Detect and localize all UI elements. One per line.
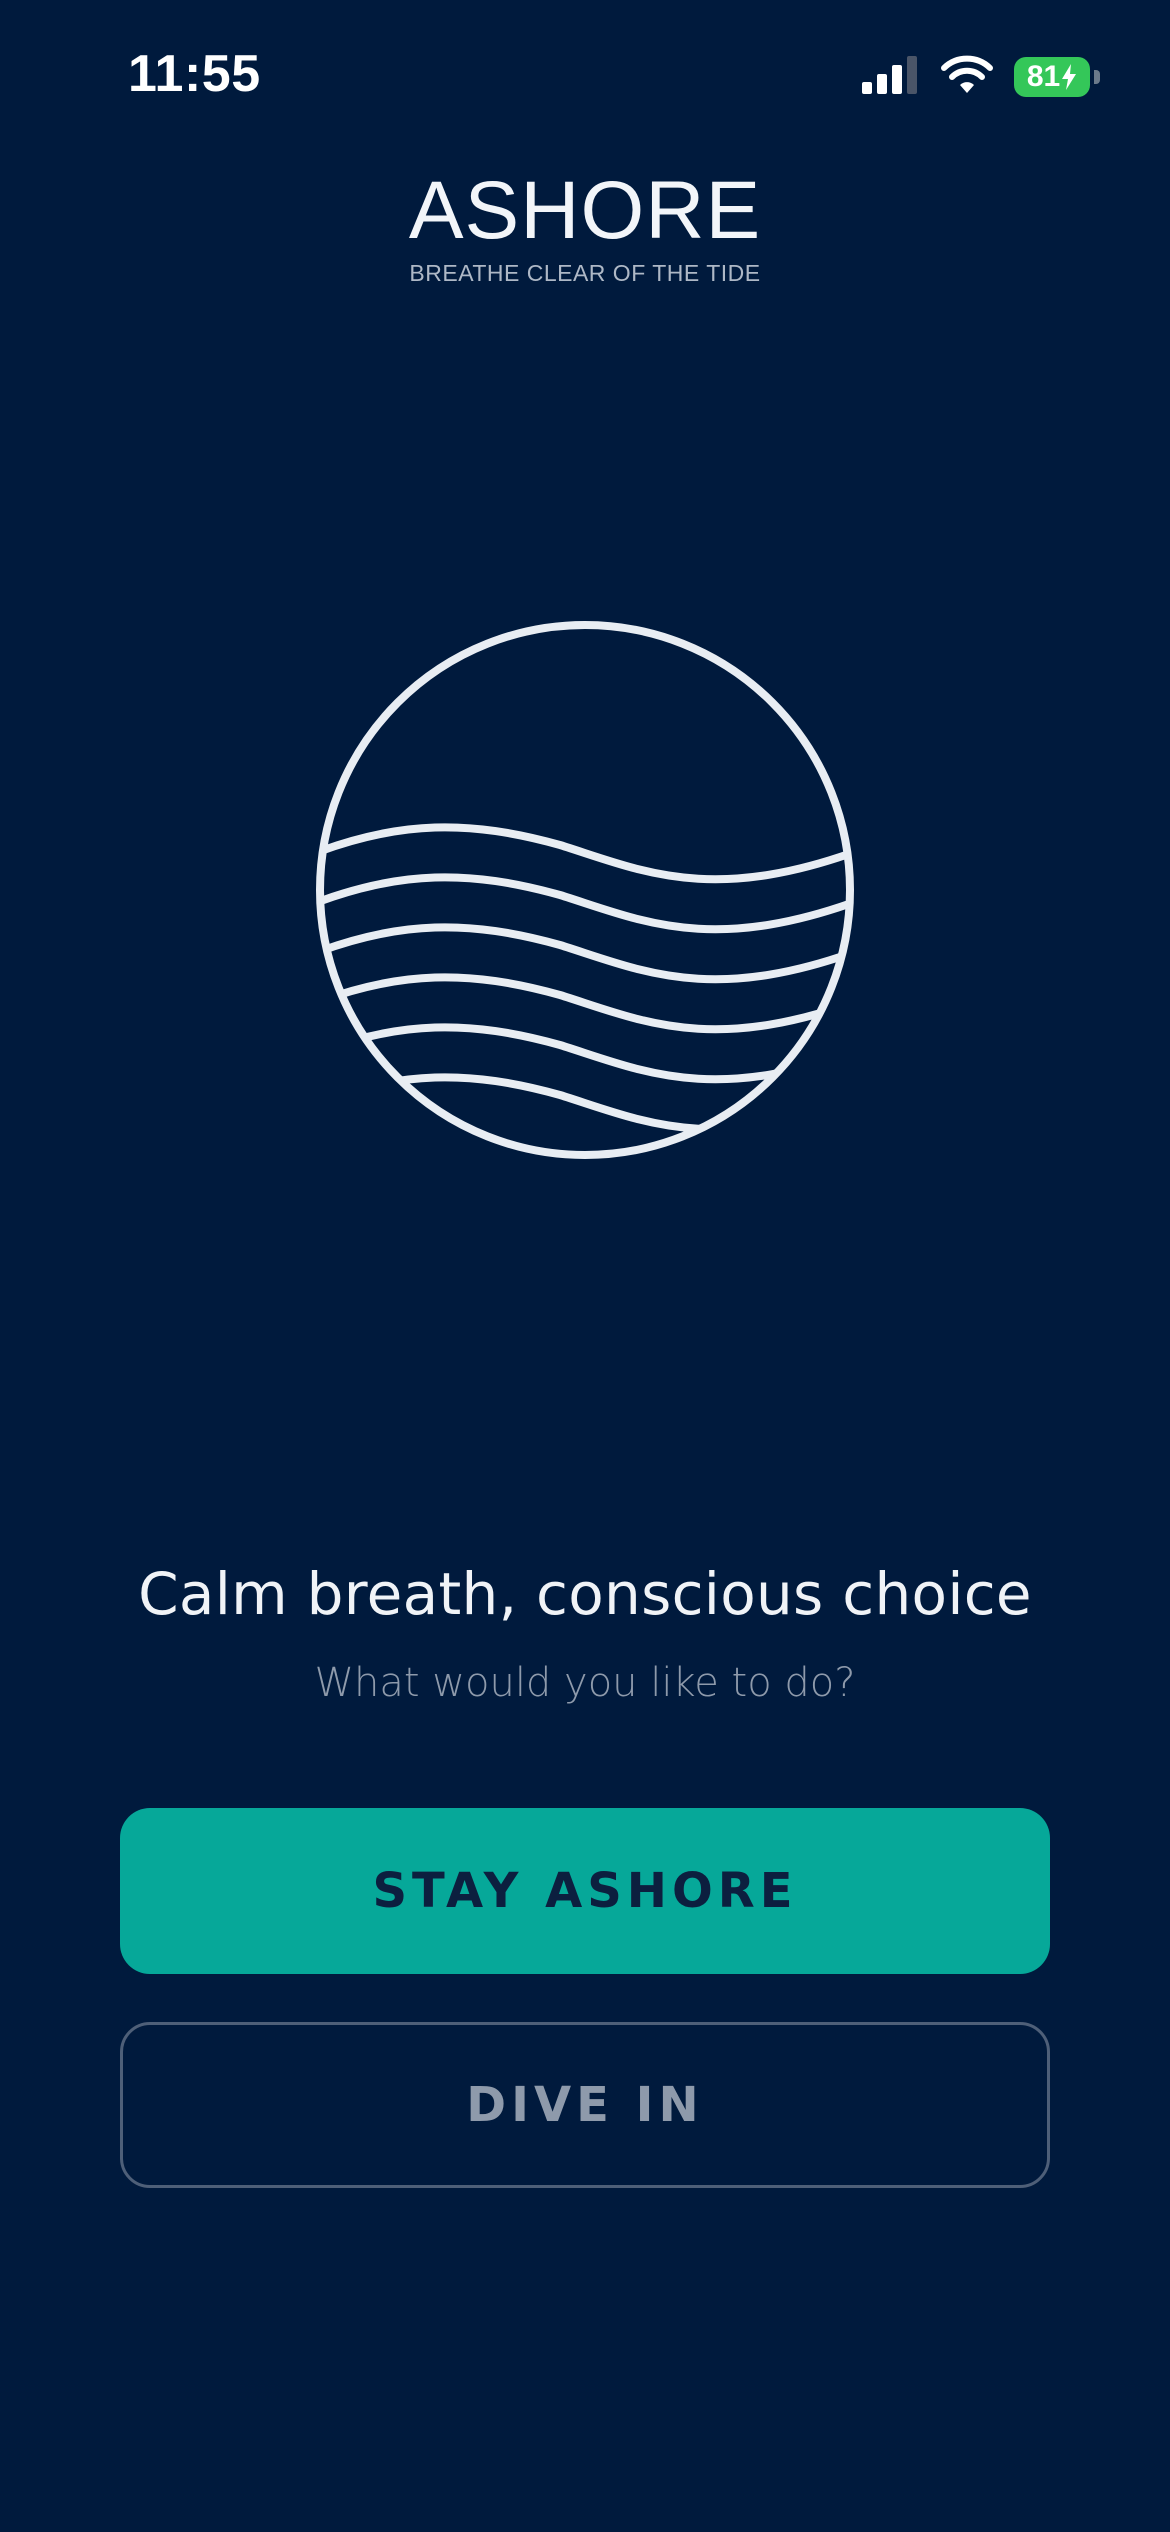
app-tagline: BREATHE CLEAR OF THE TIDE xyxy=(409,260,761,286)
brand-header: ASHORE BREATHE CLEAR OF THE TIDE xyxy=(0,170,1170,287)
battery-cap xyxy=(1094,70,1100,84)
status-bar: 11:55 81 xyxy=(0,0,1170,150)
waves-circle-icon xyxy=(310,615,860,1165)
prompt-subtitle: What would you like to do? xyxy=(314,1660,856,1706)
status-icons: 81 xyxy=(862,52,1100,102)
wifi-icon xyxy=(940,55,994,100)
stay-ashore-button[interactable]: STAY ASHORE xyxy=(120,1808,1050,1974)
cellular-signal-icon xyxy=(862,55,920,99)
stay-ashore-label: STAY ASHORE xyxy=(372,1863,798,1919)
dive-in-button[interactable]: DIVE IN xyxy=(120,2022,1050,2188)
prompt-title: Calm breath, conscious choice xyxy=(138,1560,1032,1628)
status-time: 11:55 xyxy=(128,45,261,103)
battery-level: 81 xyxy=(1026,60,1061,93)
app-title: ASHORE xyxy=(408,165,762,256)
charging-bolt-icon xyxy=(1062,64,1077,90)
dive-in-label: DIVE IN xyxy=(466,2077,704,2133)
battery-charging-icon: 81 xyxy=(1014,57,1100,97)
